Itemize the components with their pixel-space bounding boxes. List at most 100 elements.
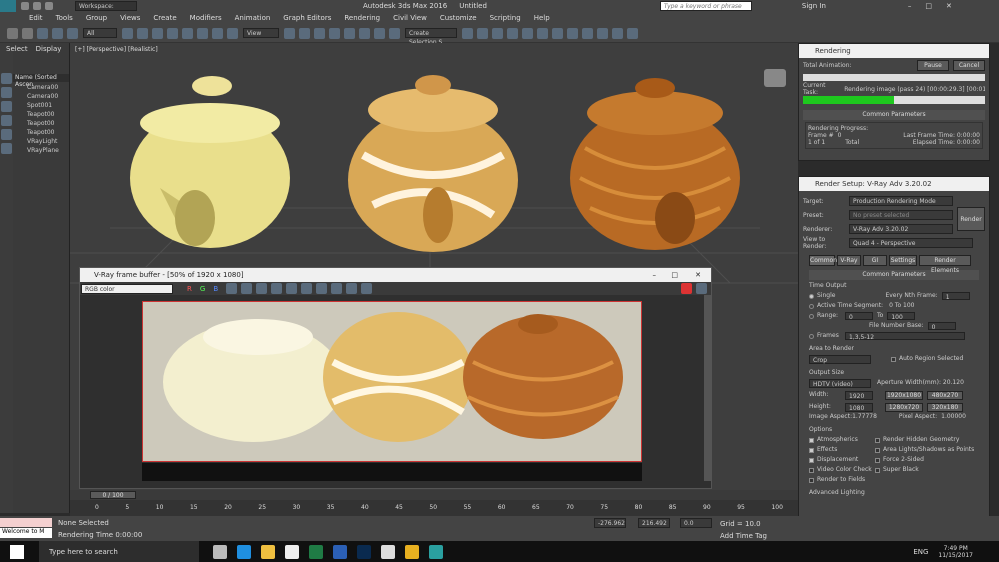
pause-button[interactable]: Pause <box>917 59 949 71</box>
render-setup-icon[interactable] <box>567 27 578 39</box>
material-editor-icon[interactable] <box>552 27 563 39</box>
list-item[interactable]: VRayPlane <box>27 147 69 156</box>
effects-checkbox[interactable] <box>809 447 814 453</box>
channel-dropdown[interactable]: RGB color <box>81 283 173 294</box>
list-item[interactable]: Spot001 <box>27 102 69 111</box>
render-hidden-geometry-checkbox[interactable] <box>875 437 880 443</box>
edit-named-sets-icon[interactable] <box>389 27 400 39</box>
keyboard-shortcut-icon[interactable] <box>314 27 325 39</box>
word-icon[interactable] <box>333 544 347 559</box>
close-icon[interactable]: ✕ <box>946 2 952 10</box>
timeline[interactable]: 0 / 100 0 5 10 15 20 25 30 35 40 45 50 55 60 65 70 75 80… <box>70 490 798 516</box>
displacement-checkbox[interactable] <box>809 457 814 463</box>
vray-fb-icon[interactable] <box>627 27 638 39</box>
maxscript-listener[interactable]: Welcome to M <box>0 528 52 538</box>
select-manipulate-icon[interactable] <box>299 27 310 39</box>
taskbar-time[interactable]: 7:49 PM <box>938 545 973 552</box>
scene-tool-3-icon[interactable] <box>1 101 12 112</box>
render-production-icon[interactable] <box>597 27 608 39</box>
vfb-tool-6-icon[interactable] <box>301 283 313 294</box>
scene-tool-4-icon[interactable] <box>1 115 12 126</box>
frames-radio[interactable] <box>809 333 814 339</box>
rotate-icon[interactable] <box>197 27 208 39</box>
render-to-fields-checkbox[interactable] <box>809 477 814 483</box>
select-object-icon[interactable] <box>122 27 133 39</box>
x-coordinate[interactable]: -276.962 <box>594 518 626 528</box>
vfb-render-icon[interactable] <box>696 283 707 294</box>
vfb-green-button[interactable]: G <box>200 285 205 293</box>
teapot-wood[interactable] <box>545 68 760 253</box>
menu-create[interactable]: Create <box>153 14 176 22</box>
link-icon[interactable] <box>37 27 48 39</box>
store-icon[interactable] <box>285 544 299 559</box>
area-lights-checkbox[interactable] <box>875 447 880 453</box>
list-item[interactable]: Camera00 <box>27 84 69 93</box>
scale-icon[interactable] <box>212 27 223 39</box>
super-black-checkbox[interactable] <box>875 467 880 473</box>
spinner-snap-icon[interactable] <box>374 27 385 39</box>
teapot-yellow[interactable] <box>100 68 315 253</box>
tab-render-elements[interactable]: Render Elements <box>919 255 971 274</box>
vfb-close-icon[interactable]: ✕ <box>695 271 701 279</box>
vfb-stop-icon[interactable] <box>681 283 692 294</box>
vfb-scrollbar[interactable] <box>704 295 711 481</box>
preset-1280x720-button[interactable]: 1280x720 <box>885 402 923 412</box>
new-icon[interactable] <box>21 2 29 10</box>
frames-input[interactable]: 1,3,5-12 <box>845 332 965 341</box>
active-segment-radio[interactable] <box>809 303 814 309</box>
tab-settings[interactable]: Settings <box>889 255 917 266</box>
target-dropdown[interactable]: Production Rendering Mode <box>849 196 953 206</box>
menu-civil-view[interactable]: Civil View <box>393 14 427 22</box>
advanced-lighting-title[interactable]: Advanced Lighting <box>809 488 979 498</box>
y-coordinate[interactable]: 216.492 <box>638 518 670 528</box>
ribbon-icon[interactable] <box>507 27 518 39</box>
move-icon[interactable] <box>182 27 193 39</box>
time-slider[interactable]: 0 / 100 <box>90 491 136 499</box>
app-logo-icon[interactable] <box>0 0 16 12</box>
bind-spacewarp-icon[interactable] <box>67 27 78 39</box>
vfb-tool-2-icon[interactable] <box>241 283 253 294</box>
render-button[interactable]: Render <box>957 207 985 231</box>
range-to-input[interactable]: 100 <box>887 312 916 321</box>
vfb-tool-5-icon[interactable] <box>286 283 298 294</box>
minimize-icon[interactable]: – <box>908 2 912 10</box>
photoshop-icon[interactable] <box>357 544 371 559</box>
menu-rendering[interactable]: Rendering <box>344 14 380 22</box>
width-input[interactable]: 1920 <box>845 390 873 400</box>
unlink-icon[interactable] <box>52 27 63 39</box>
maximize-icon[interactable]: □ <box>925 2 932 10</box>
every-nth-input[interactable]: 1 <box>941 292 970 301</box>
menu-tools[interactable]: Tools <box>56 14 73 22</box>
edge-icon[interactable] <box>237 544 251 559</box>
vfb-maximize-icon[interactable]: □ <box>671 271 678 279</box>
mail-icon[interactable] <box>381 544 395 559</box>
list-item[interactable]: Teapot00 <box>27 129 69 138</box>
menu-customize[interactable]: Customize <box>440 14 477 22</box>
scene-tab-select[interactable]: Select <box>6 45 28 53</box>
vfb-tool-8-icon[interactable] <box>331 283 343 294</box>
task-view-icon[interactable] <box>213 544 227 559</box>
preset-480x270-button[interactable]: 480x270 <box>927 390 963 400</box>
workspace-dropdown[interactable]: Workspace: Default <box>75 1 137 19</box>
teapot-marble[interactable] <box>323 65 538 255</box>
mirror-icon[interactable] <box>462 27 473 39</box>
align-icon[interactable] <box>477 27 488 39</box>
scene-header[interactable]: Name (Sorted Ascen <box>13 74 69 88</box>
selection-filter-dropdown[interactable]: All <box>83 28 117 38</box>
taskbar-lang[interactable]: ENG <box>913 548 928 556</box>
schematic-view-icon[interactable] <box>537 27 548 39</box>
vfb-tool-1-icon[interactable] <box>226 283 238 294</box>
menu-graph-editors[interactable]: Graph Editors <box>283 14 331 22</box>
save-icon[interactable] <box>45 2 53 10</box>
undo-icon[interactable] <box>7 27 18 39</box>
menu-modifiers[interactable]: Modifiers <box>190 14 222 22</box>
angle-snap-icon[interactable] <box>344 27 355 39</box>
scene-tool-5-icon[interactable] <box>1 129 12 140</box>
common-params-header[interactable]: Common Parameters <box>803 110 985 120</box>
preset-320x180-button[interactable]: 320x180 <box>927 402 963 412</box>
menu-help[interactable]: Help <box>534 14 550 22</box>
percent-snap-icon[interactable] <box>359 27 370 39</box>
scene-tool-1-icon[interactable] <box>1 73 12 84</box>
view-dropdown[interactable]: Quad 4 - Perspective <box>849 238 973 248</box>
vfb-tool-3-icon[interactable] <box>256 283 268 294</box>
